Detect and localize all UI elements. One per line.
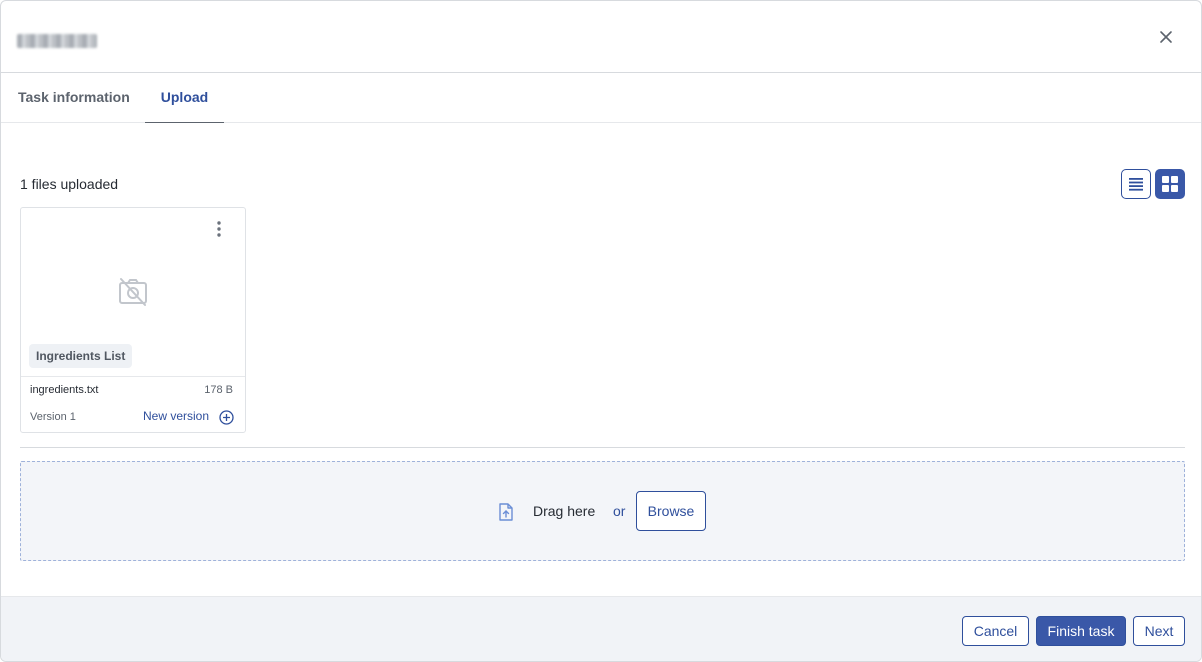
next-button[interactable]: Next	[1133, 616, 1185, 646]
browse-button[interactable]: Browse	[636, 491, 706, 531]
grid-view-button[interactable]	[1155, 169, 1185, 199]
new-version-link[interactable]: New version	[143, 409, 209, 423]
grid-view-icon	[1162, 176, 1178, 192]
upload-dropzone[interactable]: Drag here or Browse	[20, 461, 1185, 561]
or-label: or	[613, 503, 626, 519]
no-image-icon	[117, 276, 149, 313]
list-view-button[interactable]	[1121, 169, 1151, 199]
finish-task-button[interactable]: Finish task	[1036, 616, 1126, 646]
tab-upload[interactable]: Upload	[145, 73, 224, 123]
cancel-button[interactable]: Cancel	[962, 616, 1029, 646]
tab-task-information[interactable]: Task information	[18, 73, 130, 123]
modal-footer: Cancel Finish task Next	[1, 596, 1201, 661]
modal-title-redacted	[17, 34, 97, 48]
file-upload-icon	[498, 503, 514, 526]
plus-circle-icon[interactable]	[219, 410, 234, 430]
close-icon[interactable]	[1156, 27, 1176, 47]
file-card[interactable]: Ingredients List ingredients.txt 178 B V…	[20, 207, 246, 433]
more-vertical-icon[interactable]	[213, 220, 225, 238]
file-size: 178 B	[204, 384, 233, 396]
file-version: Version 1	[30, 411, 76, 423]
file-tag: Ingredients List	[29, 344, 133, 368]
files-count-label: 1 files uploaded	[20, 176, 119, 192]
section-divider	[20, 447, 1185, 448]
upload-modal: Task information Upload 1 files uploaded	[0, 0, 1202, 662]
modal-header	[1, 1, 1201, 73]
list-view-icon	[1129, 178, 1143, 191]
file-name: ingredients.txt	[30, 384, 99, 396]
tab-bar: Task information Upload	[1, 73, 1201, 123]
card-divider	[21, 376, 245, 377]
drag-here-label: Drag here	[533, 503, 596, 519]
